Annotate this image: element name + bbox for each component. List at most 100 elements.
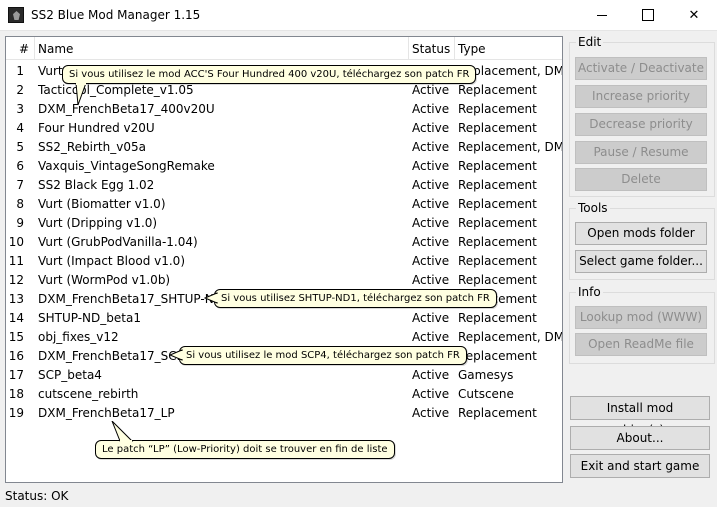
mod-status: Active: [412, 121, 450, 135]
mod-status: Active: [412, 273, 450, 287]
mod-status: Active: [412, 235, 450, 249]
table-row[interactable]: 6 Vaxquis_VintageSongRemake Active Replacem…: [6, 157, 562, 176]
column-header-name[interactable]: Name: [38, 42, 73, 56]
open-mods-folder-button[interactable]: Open mods folder: [575, 222, 707, 245]
list-header: # Name Status Type: [6, 37, 562, 60]
mod-status: Active: [412, 406, 450, 420]
column-divider[interactable]: [408, 37, 409, 60]
row-number: 2: [16, 83, 24, 97]
row-number: 11: [8, 254, 24, 268]
mod-type: Replacement, DML: [458, 140, 563, 154]
table-row[interactable]: 14 SHTUP-ND_beta1 Active Replacement: [6, 309, 562, 328]
row-number: 1: [16, 64, 24, 78]
mod-name: cutscene_rebirth: [38, 387, 139, 401]
mod-name: Vaxquis_VintageSongRemake: [38, 159, 215, 173]
mod-status: Active: [412, 102, 450, 116]
mod-type: Replacement: [458, 178, 537, 192]
maximize-icon[interactable]: [625, 0, 671, 30]
mod-status: Active: [412, 368, 450, 382]
mod-type: Replacement: [458, 311, 537, 325]
table-row[interactable]: 7 SS2 Black Egg 1.02 Active Replacement: [6, 176, 562, 195]
table-row[interactable]: 9 Vurt (Dripping v1.0) Active Replacement: [6, 214, 562, 233]
lookup-mod-button[interactable]: Lookup mod (WWW): [575, 306, 707, 329]
mod-list[interactable]: # Name Status Type 1 Vurt Active Replacemen…: [5, 36, 563, 483]
callout-lp-patch: Le patch “LP” (Low-Priority) doit se tro…: [95, 440, 395, 459]
mod-name: DXM_FrenchBeta17_400v20U: [38, 102, 215, 116]
row-number: 12: [8, 273, 24, 287]
row-number: 8: [16, 197, 24, 211]
mod-name: SHTUP-ND_beta1: [38, 311, 141, 325]
mod-status: Active: [412, 197, 450, 211]
open-readme-button[interactable]: Open ReadMe file: [575, 333, 707, 356]
mod-name: DXM_FrenchBeta17_SHTUP-ND1: [38, 292, 231, 306]
mod-status: Active: [412, 387, 450, 401]
callout-pointer: [169, 349, 183, 361]
pause-resume-button[interactable]: Pause / Resume: [575, 141, 707, 164]
table-row[interactable]: 19 DXM_FrenchBeta17_LP Active Replacement: [6, 404, 562, 423]
mod-status: Active: [412, 159, 450, 173]
mod-name: SS2_Rebirth_v05a: [38, 140, 146, 154]
mod-type: Replacement: [458, 197, 537, 211]
activate-deactivate-button[interactable]: Activate / Deactivate: [575, 57, 707, 80]
column-header-type[interactable]: Type: [458, 42, 486, 56]
row-number: 16: [8, 349, 24, 363]
row-number: 17: [8, 368, 24, 382]
mod-name: obj_fixes_v12: [38, 330, 119, 344]
mod-name: SS2 Black Egg 1.02: [38, 178, 155, 192]
column-header-status[interactable]: Status: [412, 42, 450, 56]
callout-shtup-patch: Si vous utilisez SHTUP-ND1, téléchargez …: [214, 289, 497, 308]
decrease-priority-button[interactable]: Decrease priority: [575, 113, 707, 136]
mod-name: Vurt (Biomatter v1.0): [38, 197, 166, 211]
mod-type: Replacement: [458, 102, 537, 116]
row-number: 10: [8, 235, 24, 249]
table-row[interactable]: 18 cutscene_rebirth Active Cutscene: [6, 385, 562, 404]
row-number: 14: [8, 311, 24, 325]
mod-status: Active: [412, 83, 450, 97]
window-title: SS2 Blue Mod Manager 1.15: [31, 8, 201, 22]
table-row[interactable]: 8 Vurt (Biomatter v1.0) Active Replacement: [6, 195, 562, 214]
table-row[interactable]: 15 obj_fixes_v12 Active Replacement, DML: [6, 328, 562, 347]
mod-status: Active: [412, 311, 450, 325]
close-icon[interactable]: [671, 0, 717, 30]
install-mod-archive-button[interactable]: Install mod archive(s)...: [570, 396, 710, 437]
table-row[interactable]: 17 SCP_beta4 Active Gamesys: [6, 366, 562, 385]
about-button[interactable]: About...: [570, 426, 710, 450]
row-number: 19: [8, 406, 24, 420]
mod-type: Replacement: [458, 273, 537, 287]
mod-status: Active: [412, 254, 450, 268]
callout-pointer: [204, 292, 218, 304]
mod-status: Active: [412, 178, 450, 192]
mod-name: Tacticool_Complete_v1.05: [38, 83, 194, 97]
mod-type: Replacement: [458, 83, 537, 97]
column-divider[interactable]: [454, 37, 455, 60]
exit-and-start-game-button[interactable]: Exit and start game: [570, 454, 710, 478]
table-row[interactable]: 4 Four Hundred v20U Active Replacement: [6, 119, 562, 138]
column-divider[interactable]: [34, 37, 35, 60]
mod-type: Replacement: [458, 235, 537, 249]
table-row[interactable]: 5 SS2_Rebirth_v05a Active Replacement, DML: [6, 138, 562, 157]
tools-group-label: Tools: [576, 201, 610, 215]
callout-pointer: [111, 421, 134, 442]
delete-button[interactable]: Delete: [575, 168, 707, 191]
minimize-icon[interactable]: [579, 0, 625, 30]
table-row[interactable]: 10 Vurt (GrubPodVanilla-1.04) Active Replac…: [6, 233, 562, 252]
select-game-folder-button[interactable]: Select game folder...: [575, 250, 707, 273]
mod-status: Active: [412, 330, 450, 344]
mod-type: Replacement, DML: [458, 330, 563, 344]
increase-priority-button[interactable]: Increase priority: [575, 85, 707, 108]
mod-name: Vurt (GrubPodVanilla-1.04): [38, 235, 198, 249]
column-header-number[interactable]: #: [19, 42, 29, 56]
mod-type: Replacement: [458, 159, 537, 173]
table-row[interactable]: 11 Vurt (Impact Blood v1.0) Active Replacem…: [6, 252, 562, 271]
callout-acc-patch: Si vous utilisez le mod ACC'S Four Hundr…: [62, 65, 477, 84]
row-number: 15: [8, 330, 24, 344]
mod-type: Replacement: [458, 121, 537, 135]
row-number: 9: [16, 216, 24, 230]
title-bar: SS2 Blue Mod Manager 1.15: [0, 0, 717, 31]
table-row[interactable]: 12 Vurt (WormPod v1.0b) Active Replacement: [6, 271, 562, 290]
row-number: 7: [16, 178, 24, 192]
mod-type: Replacement: [458, 254, 537, 268]
edit-group-label: Edit: [576, 35, 604, 49]
callout-scp-patch: Si vous utilisez le mod SCP4, télécharge…: [179, 346, 467, 365]
mod-name: DXM_FrenchBeta17_LP: [38, 406, 175, 420]
